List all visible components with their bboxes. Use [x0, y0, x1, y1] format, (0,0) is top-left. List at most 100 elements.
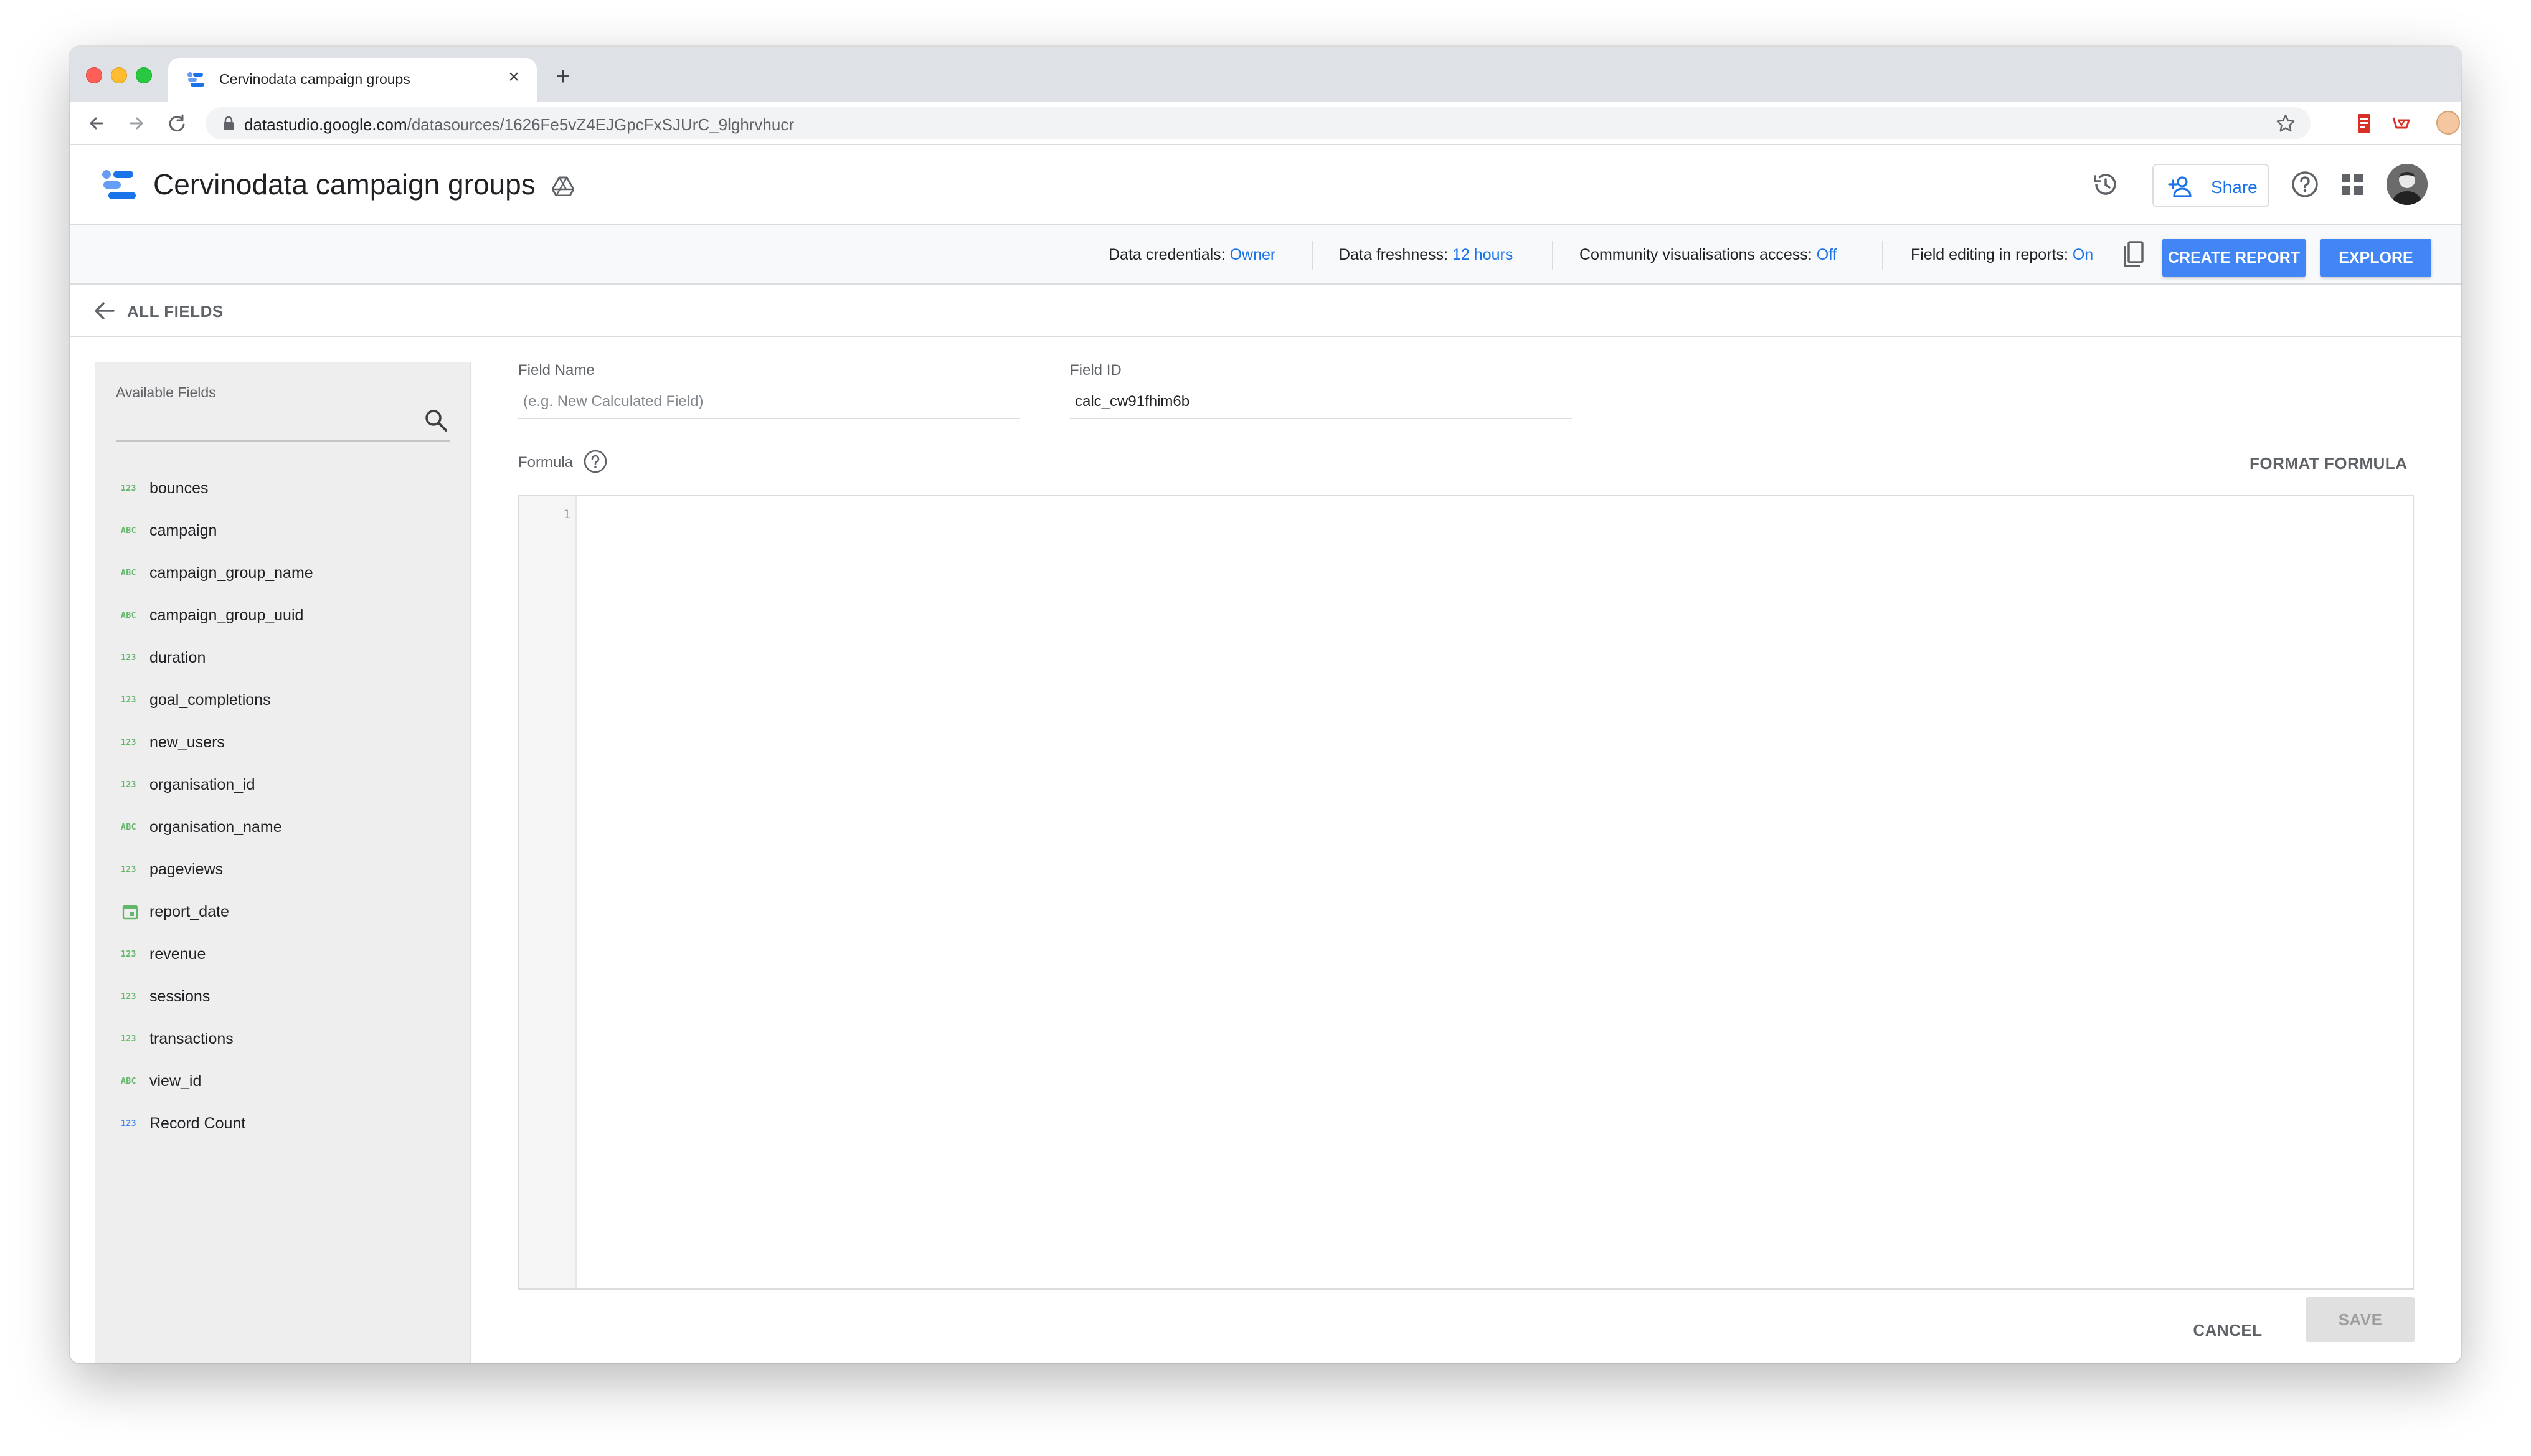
help-icon[interactable] — [2291, 170, 2319, 199]
field-item[interactable]: 123 organisation_id — [116, 764, 452, 806]
back-arrow-icon[interactable] — [92, 298, 117, 323]
field-item[interactable]: ABC campaign_group_uuid — [116, 595, 452, 637]
format-formula-button[interactable]: FORMAT FORMULA — [2250, 454, 2407, 473]
editing-value-link[interactable]: On — [2073, 246, 2093, 263]
field-name-input[interactable]: (e.g. New Calculated Field) — [523, 393, 703, 410]
data-credentials: Data credentials: Owner — [1109, 246, 1276, 263]
extension-pdf-icon[interactable] — [2353, 112, 2375, 135]
divider — [1882, 241, 1883, 270]
field-name: new_users — [149, 734, 225, 751]
field-search-input[interactable] — [116, 440, 450, 442]
field-item[interactable]: ABC view_id — [116, 1061, 452, 1103]
lock-icon — [224, 116, 234, 130]
search-icon[interactable] — [423, 408, 448, 433]
field-name: report_date — [149, 903, 229, 920]
field-name: transactions — [149, 1030, 234, 1047]
profile-extension-icon[interactable] — [2436, 111, 2460, 135]
field-list: 123 bounces ABC campaign ABC campaign_group_n… — [116, 468, 452, 1145]
add-person-icon — [2168, 176, 2192, 197]
browser-window: Cervinodata campaign groups × + datastud… — [70, 47, 2461, 1363]
data-studio-favicon-icon — [187, 72, 204, 87]
cancel-button[interactable]: CANCEL — [2181, 1310, 2274, 1351]
field-name: bounces — [149, 480, 209, 497]
url-text: datastudio.google.com/datasources/1626Fe… — [244, 115, 795, 134]
all-fields-bar: ALL FIELDS — [70, 285, 2461, 337]
field-id-input[interactable]: calc_cw91fhim6b — [1075, 393, 1190, 410]
field-item[interactable]: ABC campaign — [116, 510, 452, 552]
field-name: campaign_group_uuid — [149, 607, 304, 624]
available-fields-heading: Available Fields — [116, 384, 216, 400]
address-bar[interactable]: datastudio.google.com/datasources/1626Fe… — [206, 107, 2311, 139]
page-title[interactable]: Cervinodata campaign groups — [153, 168, 536, 201]
freshness-value-link[interactable]: 12 hours — [1452, 246, 1513, 263]
credentials-value-link[interactable]: Owner — [1230, 246, 1276, 263]
data-freshness: Data freshness: 12 hours — [1339, 246, 1513, 263]
user-avatar[interactable] — [2387, 164, 2428, 205]
close-window-button[interactable] — [86, 67, 102, 83]
field-item[interactable]: ABC campaign_group_name — [116, 552, 452, 595]
field-item[interactable]: 123 pageviews — [116, 849, 452, 891]
back-icon[interactable] — [83, 110, 110, 136]
number-type-icon: 123 — [121, 1119, 136, 1128]
number-type-icon: 123 — [121, 1034, 136, 1044]
field-item[interactable]: 123 bounces — [116, 468, 452, 510]
app-header: Cervinodata campaign groups Share — [70, 145, 2461, 225]
bookmark-star-icon[interactable] — [2276, 113, 2296, 133]
data-source-info-bar: Data credentials: Owner Data freshness: … — [70, 225, 2461, 285]
field-item[interactable]: 123 revenue — [116, 934, 452, 976]
formula-help-icon[interactable] — [583, 449, 608, 474]
tab-close-icon[interactable]: × — [503, 67, 524, 88]
field-name: Record Count — [149, 1115, 246, 1132]
field-name-underline — [518, 418, 1020, 419]
extension-cart-icon[interactable] — [2390, 112, 2413, 135]
explore-button[interactable]: EXPLORE — [2320, 239, 2431, 277]
field-item[interactable]: 123 duration — [116, 637, 452, 679]
available-fields-panel: Available Fields 123 bounces ABC campaign AB… — [95, 362, 471, 1363]
field-name: revenue — [149, 945, 206, 963]
browser-tab[interactable]: Cervinodata campaign groups × — [168, 58, 537, 102]
save-button[interactable]: SAVE — [2306, 1297, 2415, 1342]
field-name: pageviews — [149, 861, 224, 878]
field-name: campaign — [149, 522, 217, 539]
divider — [1552, 241, 1553, 270]
data-studio-logo-icon[interactable] — [101, 169, 137, 201]
reload-icon[interactable] — [163, 110, 189, 136]
line-number: 1 — [563, 508, 570, 521]
field-name: sessions — [149, 988, 211, 1005]
tab-title: Cervinodata campaign groups — [219, 71, 410, 87]
number-type-icon: 123 — [121, 865, 136, 874]
number-type-icon: 123 — [121, 738, 136, 747]
field-item[interactable]: ABC organisation_name — [116, 806, 452, 849]
field-item[interactable]: 123 transactions — [116, 1018, 452, 1061]
field-editing-in-reports: Field editing in reports: On — [1911, 246, 2094, 263]
maximize-window-button[interactable] — [136, 67, 152, 83]
formula-editor[interactable]: 1 — [518, 495, 2414, 1290]
field-item[interactable]: 123 Record Count — [116, 1103, 452, 1145]
field-name: duration — [149, 649, 206, 666]
field-item[interactable]: report_date — [116, 891, 452, 934]
share-label: Share — [2211, 177, 2258, 197]
field-name: campaign_group_name — [149, 564, 313, 582]
version-history-icon[interactable] — [2090, 169, 2121, 200]
all-fields-link[interactable]: ALL FIELDS — [127, 302, 224, 321]
text-type-icon: ABC — [121, 823, 136, 832]
field-item[interactable]: 123 goal_completions — [116, 679, 452, 722]
field-name: organisation_id — [149, 776, 255, 793]
community-value-link[interactable]: Off — [1817, 246, 1837, 263]
date-type-icon — [122, 905, 138, 920]
number-type-icon: 123 — [121, 950, 136, 959]
new-tab-button[interactable]: + — [549, 63, 577, 90]
copy-icon[interactable] — [2120, 240, 2145, 270]
create-report-button[interactable]: CREATE REPORT — [2162, 239, 2306, 277]
minimize-window-button[interactable] — [111, 67, 127, 83]
field-item[interactable]: 123 new_users — [116, 722, 452, 764]
text-type-icon: ABC — [121, 1077, 136, 1086]
forward-icon[interactable] — [123, 110, 149, 136]
field-name-label: Field Name — [518, 362, 595, 379]
share-button[interactable]: Share — [2152, 164, 2269, 207]
browser-toolbar: datastudio.google.com/datasources/1626Fe… — [70, 102, 2461, 145]
field-item[interactable]: 123 sessions — [116, 976, 452, 1018]
field-name: view_id — [149, 1072, 202, 1090]
formula-label: Formula — [518, 454, 574, 471]
apps-grid-icon[interactable] — [2339, 171, 2365, 197]
